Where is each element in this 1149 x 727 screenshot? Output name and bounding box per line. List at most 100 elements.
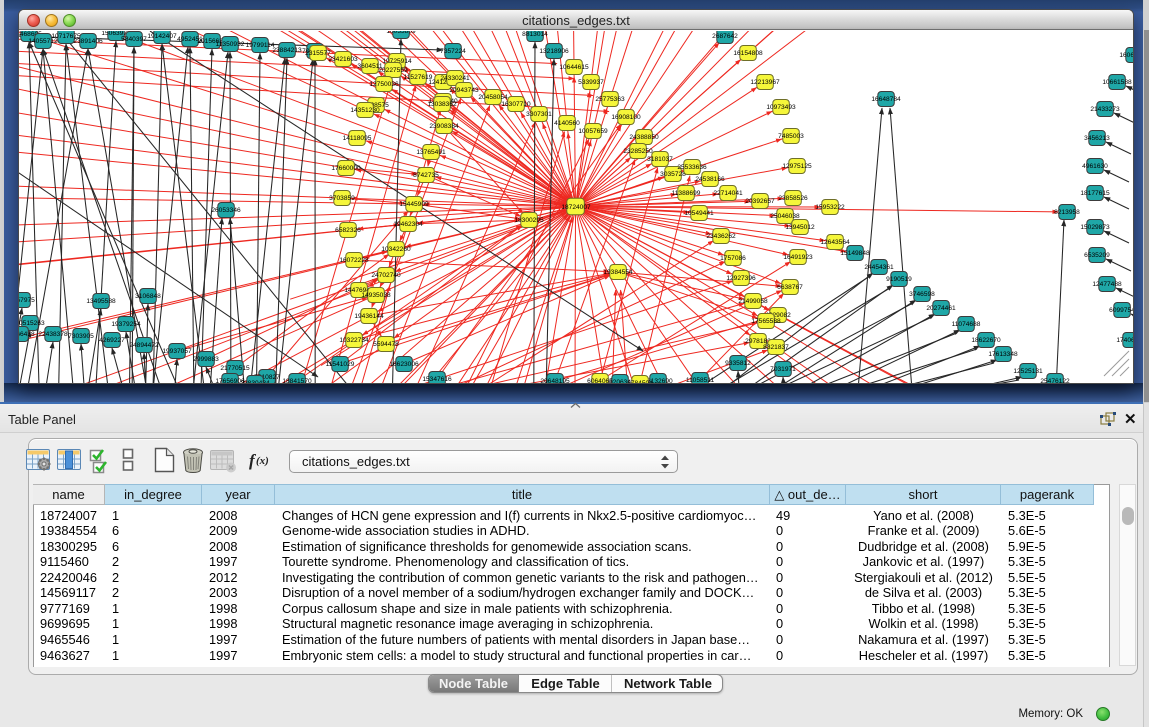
- svg-text:15149848: 15149848: [840, 250, 870, 257]
- svg-text:3035728: 3035728: [660, 171, 686, 178]
- svg-text:16072228: 16072228: [339, 257, 369, 264]
- svg-text:12525131: 12525131: [1013, 368, 1043, 375]
- svg-text:2687642: 2687642: [712, 33, 738, 40]
- svg-text:4961630: 4961630: [1082, 163, 1108, 170]
- svg-text:12213967: 12213967: [750, 79, 780, 86]
- svg-text:15445909: 15445909: [399, 201, 429, 208]
- svg-text:10342260: 10342260: [381, 246, 411, 253]
- svg-text:16033809: 16033809: [386, 31, 416, 35]
- svg-text:11074688: 11074688: [952, 321, 981, 328]
- svg-text:20515263: 20515263: [19, 320, 45, 327]
- svg-text:6099754: 6099754: [1109, 307, 1133, 314]
- svg-text:24538166: 24538166: [695, 176, 725, 183]
- svg-text:16623006: 16623006: [389, 361, 419, 368]
- svg-text:5339937: 5339937: [578, 79, 604, 86]
- svg-text:12927396: 12927396: [726, 275, 756, 282]
- svg-text:20274461: 20274461: [926, 305, 956, 312]
- svg-text:7485003: 7485003: [778, 133, 804, 140]
- svg-text:19379254: 19379254: [111, 321, 141, 328]
- svg-text:19799114: 19799114: [246, 42, 275, 49]
- svg-text:1757086: 1757086: [720, 255, 746, 262]
- svg-text:6638767: 6638767: [777, 284, 803, 291]
- svg-text:12643564: 12643564: [820, 239, 850, 246]
- svg-text:18300295: 18300295: [514, 217, 544, 224]
- svg-text:24330241: 24330241: [440, 75, 470, 82]
- svg-text:12975125: 12975125: [782, 163, 812, 170]
- svg-text:19462304: 19462304: [393, 221, 423, 228]
- svg-text:10549441: 10549441: [684, 210, 714, 217]
- svg-text:3746598: 3746598: [909, 291, 935, 298]
- svg-text:15953222: 15953222: [815, 204, 845, 211]
- svg-text:3106848: 3106848: [135, 293, 161, 300]
- svg-text:13038362: 13038362: [427, 101, 457, 108]
- svg-text:11541029: 11541029: [326, 361, 355, 368]
- svg-text:9190519: 9190519: [886, 276, 912, 283]
- svg-text:7031971: 7031971: [770, 366, 796, 373]
- svg-text:11388699: 11388699: [672, 190, 701, 197]
- svg-text:16307710: 16307710: [501, 101, 531, 108]
- svg-text:15029873: 15029873: [1080, 224, 1110, 231]
- svg-text:19436144: 19436144: [354, 313, 384, 320]
- svg-text:11350932: 11350932: [216, 41, 245, 48]
- svg-text:2999883: 2999883: [193, 356, 219, 363]
- svg-text:17660000: 17660000: [331, 165, 361, 172]
- svg-text:18724007: 18724007: [561, 204, 591, 211]
- svg-text:20392657: 20392657: [745, 198, 775, 205]
- svg-text:12477488: 12477488: [1092, 281, 1122, 288]
- svg-text:23858526: 23858526: [778, 195, 808, 202]
- svg-text:20227559: 20227559: [378, 67, 408, 74]
- svg-text:16060376: 16060376: [1119, 52, 1133, 59]
- svg-text:24388850: 24388850: [629, 134, 659, 141]
- svg-text:3784504: 3784504: [627, 380, 653, 383]
- svg-text:16154808: 16154808: [733, 50, 763, 57]
- svg-text:20943743: 20943743: [449, 87, 479, 94]
- svg-text:25046038: 25046038: [770, 213, 800, 220]
- svg-text:23884213: 23884213: [272, 47, 302, 54]
- svg-text:5594478: 5594478: [373, 341, 399, 348]
- svg-text:24454361: 24454361: [864, 264, 894, 271]
- svg-text:7357224: 7357224: [440, 48, 466, 55]
- svg-text:23830434: 23830434: [240, 380, 270, 383]
- svg-text:10644615: 10644615: [559, 64, 589, 71]
- svg-text:8813014: 8813014: [522, 31, 548, 38]
- svg-text:6064065: 6064065: [587, 378, 613, 383]
- svg-text:(x): (x): [256, 455, 269, 467]
- svg-text:15347616: 15347616: [422, 376, 452, 383]
- svg-text:18841570: 18841570: [282, 378, 312, 383]
- svg-text:22714041: 22714041: [713, 190, 743, 197]
- svg-text:13765491: 13765491: [416, 149, 446, 156]
- svg-text:18177615: 18177615: [1080, 190, 1110, 197]
- svg-text:19937057: 19937057: [162, 348, 192, 355]
- svg-text:19142407: 19142407: [147, 33, 177, 40]
- svg-text:24894472: 24894472: [129, 342, 159, 349]
- svg-text:16491923: 16491923: [783, 254, 813, 261]
- svg-text:18622670: 18622670: [971, 337, 1001, 344]
- svg-text:24702740: 24702740: [371, 272, 401, 279]
- svg-text:14935038: 14935038: [361, 292, 391, 299]
- svg-text:16648784: 16648784: [871, 96, 901, 103]
- svg-text:4140560: 4140560: [554, 120, 580, 127]
- svg-text:17613348: 17613348: [988, 351, 1018, 358]
- svg-text:21770515: 21770515: [220, 365, 250, 372]
- svg-text:8321837: 8321837: [763, 344, 789, 351]
- svg-text:23285250: 23285250: [623, 148, 653, 155]
- svg-text:3456213: 3456213: [1084, 135, 1110, 142]
- svg-text:19384554: 19384554: [603, 269, 633, 276]
- svg-text:5840397: 5840397: [121, 36, 147, 43]
- svg-text:25775363: 25775363: [595, 96, 625, 103]
- svg-text:21433273: 21433273: [1090, 106, 1120, 113]
- svg-text:6582326: 6582326: [335, 227, 361, 234]
- svg-text:8742735: 8742735: [413, 172, 439, 179]
- svg-text:13495588: 13495588: [86, 298, 116, 305]
- svg-text:22438378: 22438378: [38, 331, 68, 338]
- svg-text:20648195: 20648195: [540, 378, 570, 383]
- svg-text:13945012: 13945012: [785, 224, 815, 231]
- svg-text:23421603: 23421603: [328, 56, 358, 63]
- svg-text:6535209: 6535209: [1084, 252, 1110, 259]
- svg-text:25476122: 25476122: [1040, 378, 1070, 383]
- svg-text:23436262: 23436262: [706, 233, 736, 240]
- svg-text:10661588: 10661588: [1102, 79, 1132, 86]
- svg-text:21499058: 21499058: [738, 298, 768, 305]
- svg-text:13218906: 13218906: [539, 48, 569, 55]
- svg-text:4457975: 4457975: [19, 297, 35, 304]
